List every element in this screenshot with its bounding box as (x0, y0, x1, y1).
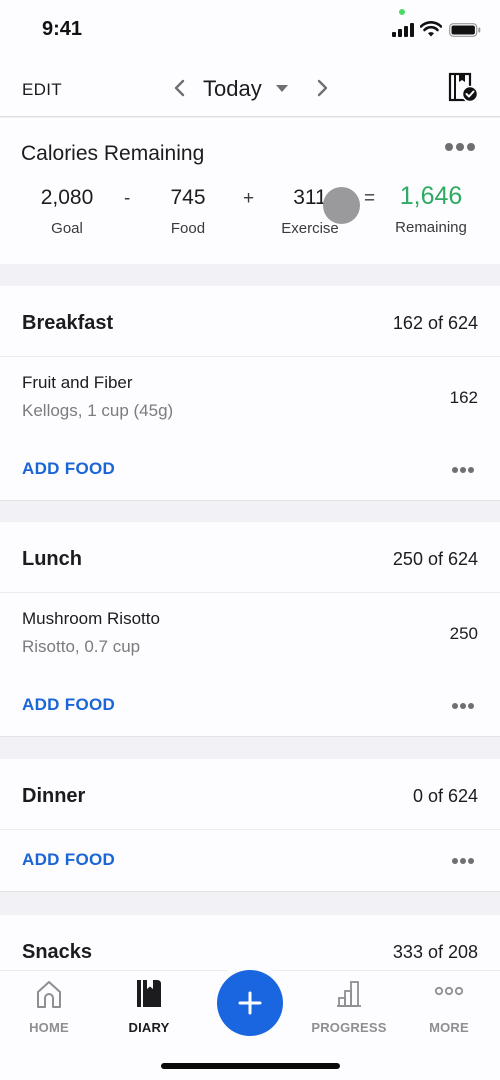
food-description: Kellogs, 1 cup (45g) (22, 401, 174, 420)
more-icon (434, 986, 464, 996)
plus-operator: + (243, 188, 255, 209)
meal-name: Dinner (22, 785, 86, 807)
tab-label: DIARY (128, 1020, 170, 1035)
cellular-signal-icon (392, 23, 414, 37)
calories-remaining-title: Calories Remaining (21, 142, 205, 165)
meal-name: Breakfast (22, 312, 114, 334)
plus-icon (238, 991, 262, 1015)
food-description: Risotto, 0.7 cup (22, 637, 141, 656)
food-value: 745 (170, 186, 206, 209)
add-food-button[interactable]: ADD FOOD (22, 850, 115, 870)
home-indicator[interactable] (161, 1063, 340, 1069)
meal-section-dinner: Dinner 0 of 624 ADD FOOD (0, 759, 500, 892)
tab-label: HOME (29, 1020, 69, 1035)
food-name: Mushroom Risotto (22, 609, 160, 628)
edit-button[interactable]: EDIT (22, 80, 62, 100)
food-name: Fruit and Fiber (22, 373, 133, 392)
diary-icon (137, 980, 161, 1007)
more-options-icon[interactable] (451, 857, 475, 865)
meal-calories: 0 of 624 (412, 786, 478, 806)
more-options-icon[interactable] (451, 702, 475, 710)
diary-complete-icon[interactable] (448, 72, 478, 102)
meal-calories: 162 of 624 (392, 313, 478, 333)
food-calories: 250 (449, 624, 478, 643)
goal-label: Goal (51, 220, 83, 237)
tab-diary[interactable]: DIARY (104, 979, 194, 1035)
touch-indicator (323, 187, 360, 224)
tab-more[interactable]: MORE (404, 979, 494, 1035)
tab-label: PROGRESS (311, 1020, 387, 1035)
status-bar: 9:41 (0, 0, 500, 60)
meal-header[interactable]: Breakfast 162 of 624 (0, 286, 500, 357)
progress-icon (337, 981, 361, 1007)
meal-section-lunch: Lunch 250 of 624 Mushroom Risotto Risott… (0, 522, 500, 737)
meal-name: Snacks (22, 941, 93, 963)
calories-remaining-card[interactable]: Calories Remaining 2,080 Goal - 745 Food… (0, 118, 500, 264)
meal-calories: 333 of 208 (392, 942, 478, 962)
minus-operator: - (124, 188, 131, 209)
meal-header[interactable]: Dinner 0 of 624 (0, 759, 500, 830)
meal-section-breakfast: Breakfast 162 of 624 Fruit and Fiber Kel… (0, 286, 500, 501)
camera-in-use-dot (399, 9, 405, 15)
chevron-right-icon[interactable] (312, 76, 332, 100)
meal-header[interactable]: Lunch 250 of 624 (0, 522, 500, 593)
tab-progress[interactable]: PROGRESS (304, 979, 394, 1035)
caret-down-icon[interactable] (276, 85, 288, 92)
goal-column: 2,080 Goal (32, 186, 102, 237)
date-selector[interactable]: Today (203, 76, 262, 102)
meal-footer: ADD FOOD (0, 830, 500, 892)
add-food-button[interactable]: ADD FOOD (22, 459, 115, 479)
food-calories: 162 (449, 388, 478, 407)
status-time: 9:41 (42, 18, 83, 40)
food-entry[interactable]: Fruit and Fiber Kellogs, 1 cup (45g) 162 (0, 357, 500, 439)
food-column: 745 Food (158, 186, 218, 237)
diary-header: EDIT Today (0, 60, 500, 117)
add-food-button[interactable]: ADD FOOD (22, 695, 115, 715)
remaining-value: 1,646 (399, 182, 463, 210)
home-icon (37, 981, 61, 1008)
more-options-icon[interactable] (451, 466, 475, 474)
quick-add-button[interactable] (217, 970, 283, 1036)
tab-home[interactable]: HOME (4, 979, 94, 1035)
battery-icon (449, 23, 481, 37)
wifi-icon (420, 21, 442, 37)
goal-value: 2,080 (40, 186, 94, 209)
meal-footer: ADD FOOD (0, 439, 500, 501)
food-entry[interactable]: Mushroom Risotto Risotto, 0.7 cup 250 (0, 593, 500, 675)
food-label: Food (170, 220, 206, 237)
meal-name: Lunch (22, 548, 82, 570)
remaining-column: 1,646 Remaining (388, 182, 474, 236)
meal-calories: 250 of 624 (392, 549, 478, 569)
meal-footer: ADD FOOD (0, 675, 500, 737)
chevron-left-icon[interactable] (170, 76, 190, 100)
equals-operator: = (364, 188, 376, 209)
tab-label: MORE (429, 1020, 469, 1035)
diary-screen: 9:41 EDIT Today Calories Remaining 2,080… (0, 0, 500, 1080)
more-options-icon[interactable] (444, 142, 476, 152)
remaining-label: Remaining (395, 219, 467, 236)
